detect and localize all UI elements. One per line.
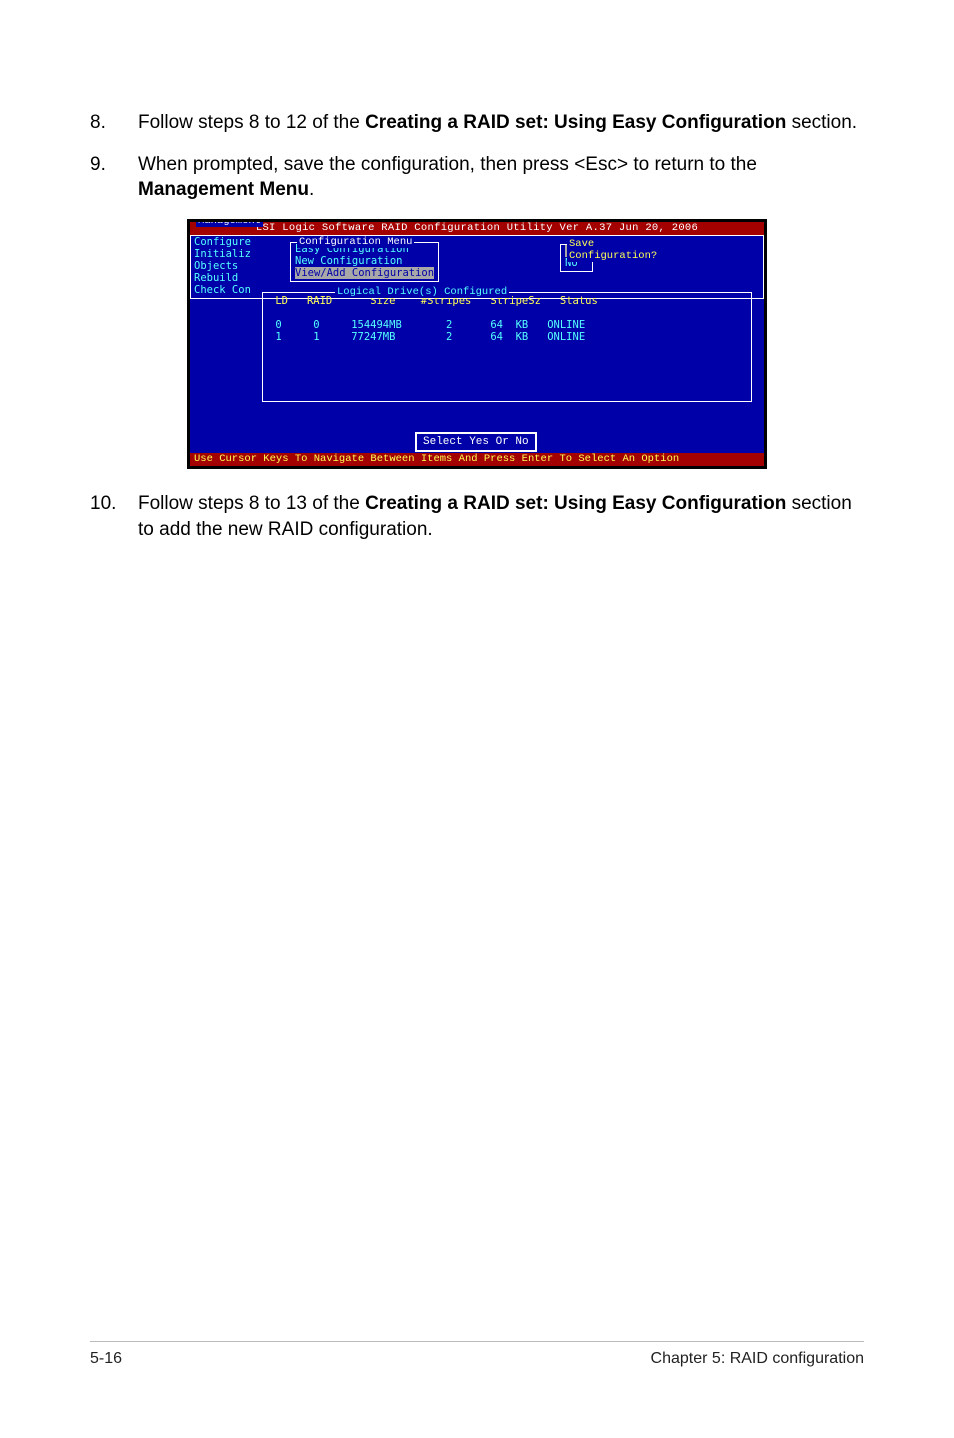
configuration-menu-title: Configuration Menu — [297, 236, 414, 248]
step-8: 8. Follow steps 8 to 12 of the Creating … — [90, 110, 864, 136]
logical-drives-table: LD RAID Size #Stripes StripeSz Status 0 … — [263, 293, 751, 345]
page-number: 5-16 — [90, 1350, 122, 1368]
chapter-label: Chapter 5: RAID configuration — [651, 1350, 864, 1368]
step-10: 10. Follow steps 8 to 13 of the Creating… — [90, 491, 864, 542]
step-number: 10. — [90, 491, 138, 542]
text: Follow steps 8 to 12 of the — [138, 112, 365, 133]
step-body: When prompted, save the configuration, t… — [138, 152, 864, 203]
page-footer: 5-16 Chapter 5: RAID configuration — [90, 1341, 864, 1368]
save-configuration-box: Save Configuration? Yes No — [560, 244, 593, 272]
bold-ref: Management Menu — [138, 179, 309, 200]
step-number: 9. — [90, 152, 138, 203]
step-body: Follow steps 8 to 13 of the Creating a R… — [138, 491, 864, 542]
management-menu-title: Management — [196, 219, 263, 227]
bios-footer-hint: Use Cursor Keys To Navigate Between Item… — [190, 453, 764, 466]
step-body: Follow steps 8 to 12 of the Creating a R… — [138, 110, 864, 136]
bold-ref: Creating a RAID set: Using Easy Configur… — [365, 112, 786, 133]
save-configuration-title: Save Configuration? — [567, 238, 659, 262]
text: When prompted, save the configuration, t… — [138, 154, 757, 175]
select-prompt: Select Yes Or No — [415, 432, 537, 452]
bold-ref: Creating a RAID set: Using Easy Configur… — [365, 493, 786, 514]
text: section. — [786, 112, 857, 133]
bios-title: LSI Logic Software RAID Configuration Ut… — [190, 222, 764, 235]
configuration-menu-box: Configuration Menu Easy Configuration Ne… — [290, 242, 439, 282]
page-content: 8. Follow steps 8 to 12 of the Creating … — [0, 0, 954, 542]
bios-screenshot: LSI Logic Software RAID Configuration Ut… — [187, 219, 767, 469]
configuration-menu-items: Easy Configuration New Configuration Vie… — [295, 243, 434, 279]
logical-drives-title: Logical Drive(s) Configured — [335, 286, 509, 298]
step-number: 8. — [90, 110, 138, 136]
text: . — [309, 179, 314, 200]
step-9: 9. When prompted, save the configuration… — [90, 152, 864, 203]
logical-drives-box: Logical Drive(s) Configured LD RAID Size… — [262, 292, 752, 402]
text: Follow steps 8 to 13 of the — [138, 493, 365, 514]
